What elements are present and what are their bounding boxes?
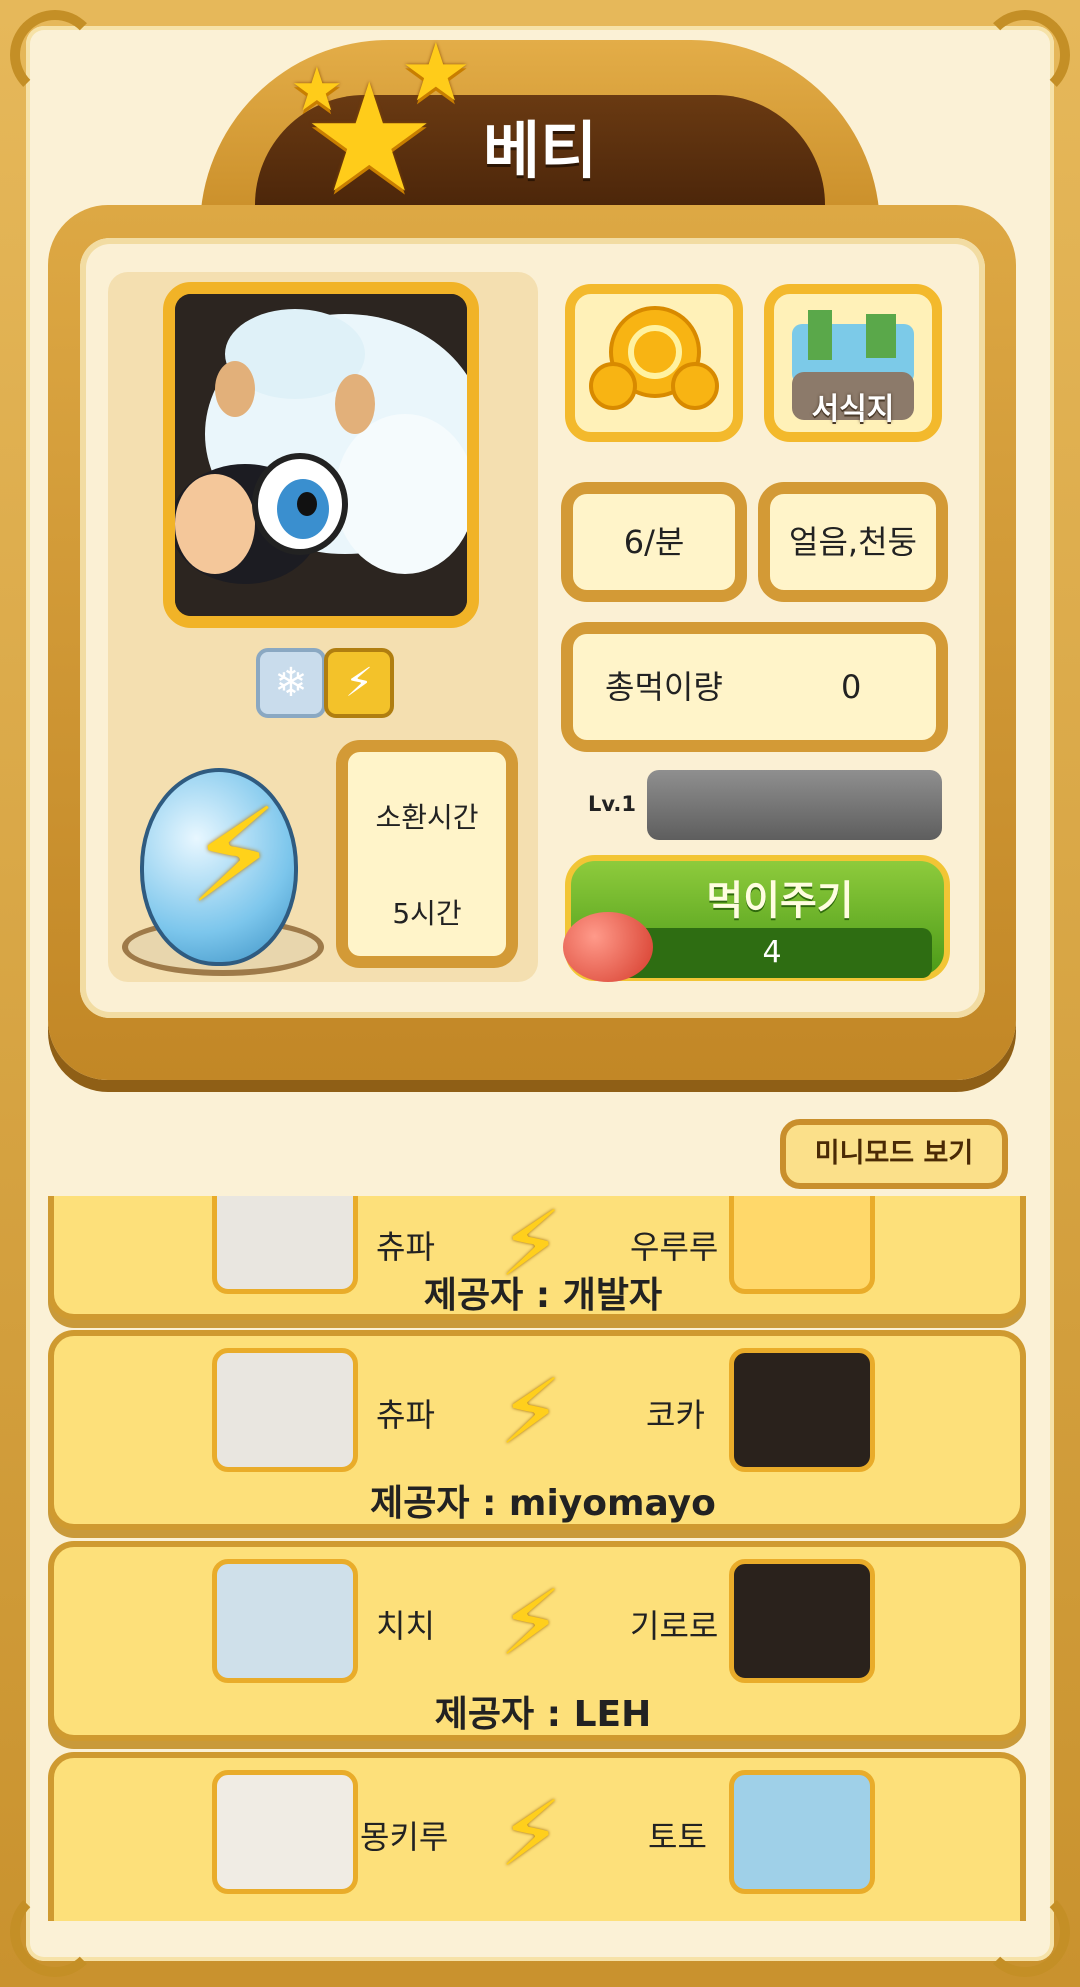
ice-element-icon: ❄	[256, 648, 326, 718]
coin-button[interactable]	[565, 284, 743, 442]
combo-right-name: 우루루	[630, 1228, 719, 1266]
strawberry-icon	[563, 912, 653, 982]
pet-portrait-art	[175, 294, 467, 616]
combo-right-name: 기로로	[630, 1607, 719, 1645]
summon-time-box: 소환시간 5시간	[336, 740, 518, 968]
combo-right-name: 토토	[648, 1818, 707, 1856]
combo-right-name: 코카	[646, 1396, 705, 1434]
combo-provider: 제공자 : LEH	[434, 1694, 652, 1735]
combo-list[interactable]: 츄파 ⚡ 우루루 제공자 : 개발자 츄파 ⚡ 코카 제공자 : miyomay…	[48, 1196, 1026, 1921]
combo-card: 츄파 ⚡ 우루루 제공자 : 개발자	[48, 1196, 1026, 1320]
corner-ornament	[10, 10, 100, 100]
thunder-element-icon: ⚡	[324, 648, 394, 718]
habitat-button[interactable]: 서식지	[764, 284, 942, 442]
lightning-icon: ⚡	[499, 1782, 563, 1887]
rate-value: 6/분	[623, 523, 685, 561]
combo-provider: 제공자 : 개발자	[423, 1275, 663, 1316]
star-icon: ★	[290, 55, 344, 125]
combo-card: 몽키루 ⚡ 토토	[48, 1752, 1026, 1921]
star-icon: ★	[400, 26, 472, 119]
combo-left-name: 츄파	[376, 1396, 435, 1434]
summon-time-value: 5시간	[392, 897, 462, 930]
lightning-icon: ⚡	[499, 1571, 563, 1676]
rate-box: 6/분	[561, 482, 747, 602]
lightning-icon: ⚡	[499, 1360, 563, 1465]
pet-thumbnail-left	[212, 1770, 358, 1894]
corner-ornament	[980, 10, 1070, 100]
pet-thumbnail-left	[212, 1348, 358, 1472]
coin-icon	[589, 306, 719, 410]
feed-count: 4	[612, 928, 932, 978]
element-types-value: 얼음,천둥	[789, 523, 917, 561]
combo-provider: 제공자 : miyomayo	[370, 1483, 716, 1524]
summon-time-label: 소환시간	[375, 801, 479, 834]
combo-card: 치치 ⚡ 기로로 제공자 : LEH	[48, 1541, 1026, 1741]
combo-left-name: 치치	[376, 1607, 435, 1645]
egg-lightning-icon: ⚡	[188, 780, 280, 932]
combo-left-name: 츄파	[376, 1228, 435, 1266]
pet-portrait	[163, 282, 479, 628]
level-progress-bar	[647, 770, 942, 840]
pet-thumbnail-left	[212, 1559, 358, 1683]
pet-thumbnail-right	[729, 1559, 875, 1683]
pet-thumbnail-right	[729, 1770, 875, 1894]
pet-thumbnail-right	[729, 1348, 875, 1472]
level-label: Lv.1	[588, 792, 636, 816]
total-food-label: 총먹이량	[605, 668, 723, 706]
total-food-value: 0	[841, 668, 862, 706]
habitat-label: 서식지	[811, 392, 895, 427]
combo-card: 츄파 ⚡ 코카 제공자 : miyomayo	[48, 1330, 1026, 1530]
minimode-button[interactable]: 미니모드 보기	[780, 1119, 1008, 1189]
total-food-box: 총먹이량 0	[561, 622, 948, 752]
combo-left-name: 몽키루	[360, 1818, 449, 1856]
element-types-box: 얼음,천둥	[758, 482, 948, 602]
